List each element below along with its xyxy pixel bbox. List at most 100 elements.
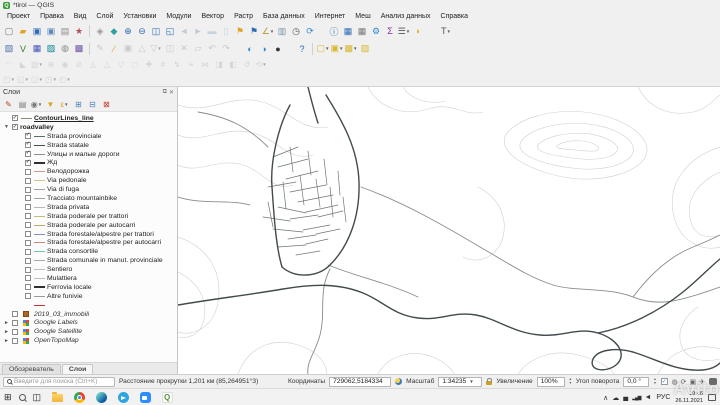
attribute-table-icon[interactable]: ▦ [341, 25, 355, 38]
layer-checkbox[interactable] [25, 275, 31, 282]
menu-item-Установки[interactable]: Установки [118, 11, 161, 22]
language-indicator[interactable]: РУС [656, 394, 670, 401]
taskbar-app-chrome[interactable] [72, 391, 86, 405]
layer-item-strada-poderale-per-autocarri[interactable]: Strada poderale per autocarri [0, 221, 177, 230]
layer-checkbox[interactable]: ✓ [12, 115, 18, 122]
add-delimited-text-icon[interactable]: ◍ [58, 42, 72, 55]
layer-item-ferrovia-locale[interactable]: Ferrovia locale [0, 283, 177, 292]
menu-item-Вектор[interactable]: Вектор [196, 11, 229, 22]
status-icon-1[interactable]: ◍ [672, 378, 678, 386]
menu-item-Модули[interactable]: Модули [161, 11, 196, 22]
start-button[interactable]: ⊞ [4, 392, 12, 403]
zoom-native-icon[interactable]: ◫ [149, 25, 163, 38]
clipboard-icon[interactable]: ▥ [275, 25, 289, 38]
processing-toolbox-icon[interactable]: ⚙ [369, 25, 383, 38]
select-by-value-icon[interactable]: ▨ [358, 42, 372, 55]
zoom-out-icon[interactable]: ⊖ [135, 25, 149, 38]
search-input[interactable]: Введите для поиска (Ctrl+K) [3, 376, 115, 387]
taskbar-app-blue[interactable] [138, 391, 152, 405]
layer-styling-icon[interactable]: ✎ [2, 99, 15, 111]
layer-item--[interactable]: ✓ Жд [0, 158, 177, 167]
show-bookmarks-icon[interactable]: ⚑ [247, 25, 261, 38]
layer-item-contourlines_line[interactable]: ✓ ContourLines_line [0, 114, 177, 123]
layer-checkbox[interactable] [25, 222, 31, 229]
layout-manager-icon[interactable]: ★ [72, 25, 86, 38]
layer-checkbox[interactable] [25, 248, 31, 255]
deselect-icon[interactable]: ▩ ▼ [344, 42, 358, 55]
status-icon-3[interactable]: ▣ [690, 378, 697, 386]
layer-item-2019_03_immobili[interactable]: 2019_03_immobili [0, 310, 177, 319]
layer-checkbox[interactable] [12, 319, 18, 326]
quickosm-icon[interactable]: ◑ [257, 42, 271, 55]
status-icon-4[interactable]: ✈ [699, 378, 705, 386]
expand-all-icon[interactable]: ⊞ [72, 99, 85, 111]
new-print-layout-icon[interactable]: ▤ [58, 25, 72, 38]
layer-item-via-pedonale[interactable]: Via pedonale [0, 176, 177, 185]
layer-item-roadvalley[interactable]: ▼ ✓ roadvalley [0, 123, 177, 132]
layer-item-mulattiera[interactable]: Mulattiera [0, 274, 177, 283]
new-bookmark-icon[interactable]: ⚑ [233, 25, 247, 38]
menu-item-Слой[interactable]: Слой [91, 11, 118, 22]
add-vector-layer-icon[interactable]: V [16, 42, 30, 55]
text-annotation-icon[interactable]: T ▼ [439, 25, 453, 38]
map-tips-icon[interactable]: ◗ [411, 25, 425, 38]
layer-checkbox[interactable] [25, 204, 31, 211]
measure-list-icon[interactable]: ☰ ▼ [397, 25, 411, 38]
add-group-icon[interactable]: ▤ [16, 99, 29, 111]
menu-item-Меш[interactable]: Меш [350, 11, 375, 22]
status-icon-2[interactable]: ⟳ [681, 378, 687, 386]
remove-layer-icon[interactable]: ⊠ [100, 99, 113, 111]
layer-item-strada-poderale-per-trattori[interactable]: Strada poderale per trattori [0, 212, 177, 221]
layer-checkbox[interactable] [25, 168, 31, 175]
panel-close-icon[interactable]: ✕ [169, 89, 174, 96]
layer-checkbox[interactable] [25, 266, 31, 273]
select-features-icon[interactable]: ▢ ▼ [316, 42, 330, 55]
menu-item-Правка[interactable]: Правка [35, 11, 69, 22]
save-as-icon[interactable]: ▣ [44, 25, 58, 38]
layer-expander-icon[interactable]: ► [3, 338, 10, 344]
layer-checkbox[interactable] [25, 239, 31, 246]
layer-item-strada-comunale-in-manut-provinciale[interactable]: Strada comunale in manut. provinciale [0, 256, 177, 265]
layer-item-strada-privata[interactable]: Strada privata [0, 203, 177, 212]
taskbar-search-icon[interactable] [18, 394, 26, 401]
new-project-icon[interactable]: ▢ [2, 25, 16, 38]
tray-icon-4[interactable]: ▂▄▆ [632, 395, 641, 401]
taskbar-app-folder[interactable] [50, 391, 64, 405]
tray-icon-1[interactable]: ∧ [603, 394, 608, 402]
layer-checkbox[interactable] [12, 311, 18, 318]
map-themes-icon[interactable]: ◉ ▼ [30, 99, 43, 111]
filter-expression-icon[interactable]: ε ▼ [58, 99, 71, 111]
layer-checkbox[interactable]: ✓ [25, 151, 31, 157]
layer-item--[interactable]: ✓ Улицы и малые дороги [0, 150, 177, 159]
layer-checkbox[interactable] [25, 257, 31, 264]
panel-float-icon[interactable]: ⧉ [163, 89, 167, 96]
layer-item-tracciato-mountainbike[interactable]: Tracciato mountainbike [0, 194, 177, 203]
layer-item-via-di-fuga[interactable]: Via di fuga [0, 185, 177, 194]
layer-item-google-labels[interactable]: ► Google Labels [0, 318, 177, 327]
layer-item-strada-provinciale[interactable]: ✓ Strada provinciale [0, 132, 177, 141]
clock[interactable]: 19:46 26.11.2021 [675, 391, 703, 404]
layer-checkbox[interactable] [25, 195, 31, 202]
layer-item-strada-statale[interactable]: ✓ Strada statale [0, 141, 177, 150]
layer-item-opentopomap[interactable]: ► OpenTopoMap [0, 336, 177, 345]
layer-item-strada-forestale-alpestre-per-autocarri[interactable]: Strada forestale/alpestre per autocarri [0, 238, 177, 247]
layer-checkbox[interactable]: ✓ [12, 124, 18, 131]
layer-checkbox[interactable] [12, 337, 18, 344]
render-checkbox[interactable]: ✓ [660, 378, 668, 385]
zoom-in-icon[interactable]: ⊕ [121, 25, 135, 38]
osm-plugin-icon[interactable]: ● [271, 42, 285, 55]
menu-item-Справка[interactable]: Справка [436, 11, 473, 22]
layer-checkbox[interactable] [25, 293, 31, 300]
layer-expander-icon[interactable]: ► [3, 320, 10, 326]
task-view-icon[interactable]: ◫ [33, 392, 42, 403]
identify-features-icon[interactable]: ⓘ [327, 25, 341, 38]
layer-item--[interactable]: Велодорожка [0, 167, 177, 176]
messages-icon[interactable] [709, 378, 717, 385]
menu-item-База данных[interactable]: База данных [258, 11, 310, 22]
filter-legend-icon[interactable]: ▼ [44, 99, 57, 111]
extent-icon[interactable] [395, 378, 403, 385]
rotation-spinner[interactable]: ▲ ▼ [653, 377, 656, 385]
tray-icon-3[interactable]: ▄ [623, 394, 628, 401]
temporal-control-icon[interactable]: ◷ [289, 25, 303, 38]
zoom-full-icon[interactable]: ◱ [163, 25, 177, 38]
